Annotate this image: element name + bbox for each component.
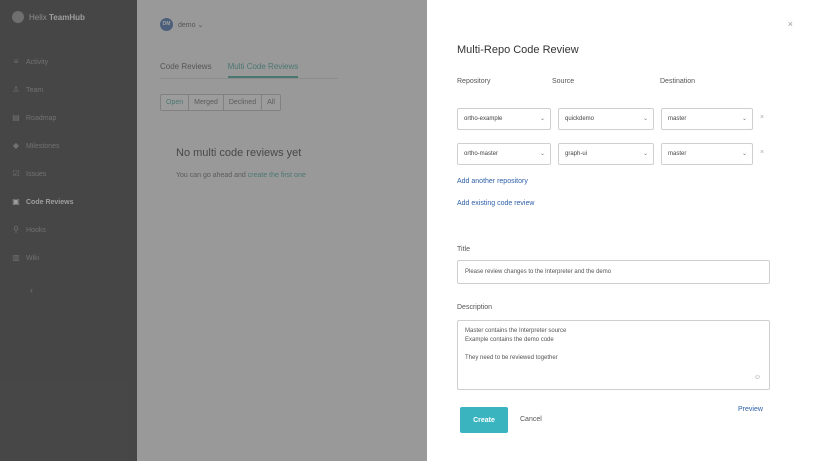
description-blank-line xyxy=(465,345,762,354)
hooks-icon: ⚲ xyxy=(13,225,19,234)
description-textarea[interactable]: Master contains the Interpreter source E… xyxy=(457,320,770,390)
brand-name: Helix TeamHub xyxy=(29,12,85,22)
tab-divider xyxy=(160,78,338,79)
create-button[interactable]: Create xyxy=(460,407,508,433)
main-content: DM demo ⌄ Code Reviews Multi Code Review… xyxy=(137,0,427,461)
issues-icon: ☑ xyxy=(12,169,20,178)
filter-open-button[interactable]: Open xyxy=(161,95,190,110)
description-line: Master contains the Interpreter source xyxy=(465,328,567,334)
sidebar-item-roadmap[interactable]: ▤ Roadmap xyxy=(0,104,137,132)
close-icon[interactable]: × xyxy=(788,19,793,29)
filter-all-button[interactable]: All xyxy=(262,95,280,110)
dialog-title: Multi-Repo Code Review xyxy=(457,44,579,56)
repo-row: ortho-master ⌄ graph-ui ⌄ master ⌄ × xyxy=(457,143,777,165)
collapse-sidebar-icon[interactable]: ‹ xyxy=(30,285,33,295)
destination-select[interactable]: master ⌄ xyxy=(661,108,753,130)
title-input[interactable]: Please review changes to the Interpreter… xyxy=(457,260,770,284)
emoji-icon[interactable]: ☺ xyxy=(754,374,761,381)
chevron-down-icon: ⌄ xyxy=(642,116,648,122)
description-line: They need to be reviewed together xyxy=(465,355,558,361)
source-select[interactable]: graph-ui ⌄ xyxy=(558,143,654,165)
brand[interactable]: Helix TeamHub xyxy=(12,11,85,23)
filter-declined-button[interactable]: Declined xyxy=(224,95,263,110)
tab-code-reviews[interactable]: Code Reviews xyxy=(160,62,212,78)
status-filter: Open Merged Declined All xyxy=(160,94,281,111)
destination-select[interactable]: master ⌄ xyxy=(661,143,753,165)
empty-state-title: No multi code reviews yet xyxy=(176,147,302,159)
milestone-icon: ◆ xyxy=(12,141,20,150)
review-tabs: Code Reviews Multi Code Reviews xyxy=(160,62,299,78)
tab-multi-code-reviews[interactable]: Multi Code Reviews xyxy=(227,62,299,78)
source-value: quickdemo xyxy=(565,116,595,122)
empty-state-prefix: You can go ahead and xyxy=(176,172,246,179)
repository-value: ortho-example xyxy=(464,116,503,122)
remove-row-icon[interactable]: × xyxy=(760,114,764,121)
project-name: demo ⌄ xyxy=(178,21,204,29)
sidebar-item-label: Issues xyxy=(26,170,47,178)
chevron-down-icon: ⌄ xyxy=(539,151,545,157)
project-selector[interactable]: DM demo ⌄ xyxy=(160,18,203,31)
sidebar: Helix TeamHub ≡ Activity ♙ Team ▤ Roadmap ◆ Mil… xyxy=(0,0,137,461)
sidebar-item-label: Activity xyxy=(26,58,49,66)
code-review-icon: ▣ xyxy=(12,197,20,206)
multi-repo-review-dialog: × Multi-Repo Code Review Repository Sour… xyxy=(427,0,817,461)
project-avatar: DM xyxy=(160,18,173,31)
chevron-down-icon: ⌄ xyxy=(741,116,747,122)
roadmap-icon: ▤ xyxy=(12,113,20,122)
sidebar-item-issues[interactable]: ☑ Issues xyxy=(0,160,137,188)
remove-row-icon[interactable]: × xyxy=(760,149,764,156)
chevron-down-icon: ⌄ xyxy=(539,116,545,122)
repository-value: ortho-master xyxy=(464,151,499,157)
destination-column-label: Destination xyxy=(660,78,696,85)
source-column-label: Source xyxy=(552,78,575,85)
destination-value: master xyxy=(668,116,687,122)
brand-logo-icon xyxy=(12,11,24,23)
source-value: graph-ui xyxy=(565,151,588,157)
chevron-down-icon: ⌄ xyxy=(642,151,648,157)
description-label: Description xyxy=(457,304,493,311)
description-line: Example contains the demo code xyxy=(465,337,554,343)
source-select[interactable]: quickdemo ⌄ xyxy=(558,108,654,130)
sidebar-item-label: Wiki xyxy=(26,254,40,262)
repository-column-label: Repository xyxy=(457,78,491,85)
create-first-link[interactable]: create the first one xyxy=(248,172,306,179)
chevron-down-icon: ⌄ xyxy=(741,151,747,157)
cancel-button[interactable]: Cancel xyxy=(520,416,542,423)
sidebar-item-activity[interactable]: ≡ Activity xyxy=(0,48,137,76)
sidebar-item-hooks[interactable]: ⚲ Hooks xyxy=(0,216,137,244)
title-label: Title xyxy=(457,246,470,253)
repository-select[interactable]: ortho-master ⌄ xyxy=(457,143,551,165)
sidebar-item-label: Roadmap xyxy=(26,114,57,122)
add-existing-review-link[interactable]: Add existing code review xyxy=(457,200,534,207)
sidebar-item-code-reviews[interactable]: ▣ Code Reviews xyxy=(0,188,137,216)
sidebar-item-wiki[interactable]: ▥ Wiki xyxy=(0,244,137,272)
team-icon: ♙ xyxy=(12,85,20,94)
sidebar-item-label: Code Reviews xyxy=(26,198,74,206)
repo-row: ortho-example ⌄ quickdemo ⌄ master ⌄ × xyxy=(457,108,777,130)
destination-value: master xyxy=(668,151,687,157)
wiki-icon: ▥ xyxy=(12,253,20,262)
sidebar-item-milestones[interactable]: ◆ Milestones xyxy=(0,132,137,160)
filter-merged-button[interactable]: Merged xyxy=(189,95,224,110)
sidebar-item-label: Hooks xyxy=(26,226,46,234)
activity-icon: ≡ xyxy=(13,57,19,66)
add-repository-link[interactable]: Add another repository xyxy=(457,178,528,185)
repository-select[interactable]: ortho-example ⌄ xyxy=(457,108,551,130)
sidebar-item-label: Team xyxy=(26,86,44,94)
empty-state-text: You can go ahead and create the first on… xyxy=(176,172,306,179)
sidebar-item-label: Milestones xyxy=(26,142,60,150)
sidebar-item-team[interactable]: ♙ Team xyxy=(0,76,137,104)
preview-link[interactable]: Preview xyxy=(738,406,763,413)
sidebar-nav: ≡ Activity ♙ Team ▤ Roadmap ◆ Milestones ☑ Issues… xyxy=(0,48,137,272)
